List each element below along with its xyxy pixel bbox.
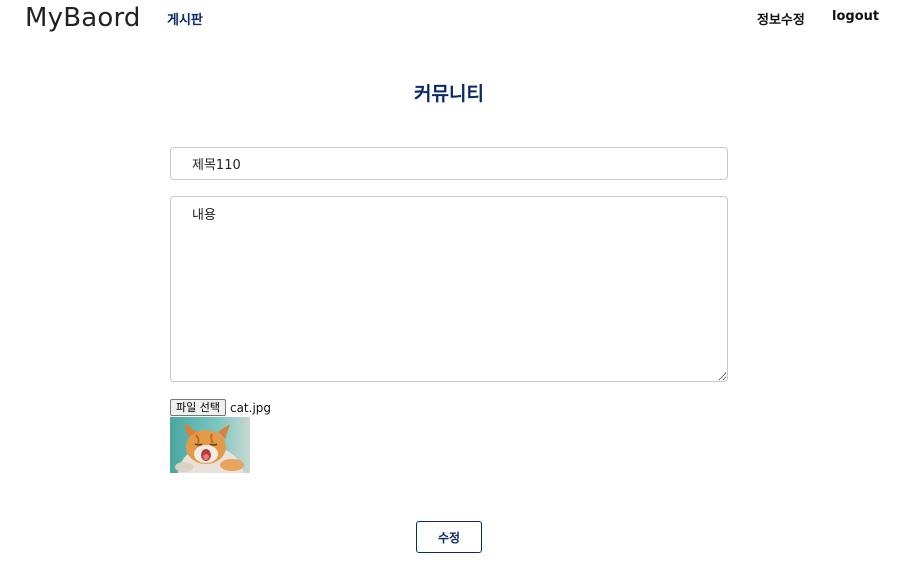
page-title: 커뮤니티 — [414, 83, 484, 105]
file-select-button[interactable]: 파일 선택 — [170, 399, 226, 416]
submit-edit-button[interactable]: 수정 — [416, 521, 482, 553]
content-textarea[interactable]: 내용 — [170, 196, 728, 382]
file-upload-row: 파일 선택 cat.jpg — [170, 399, 271, 416]
cat-photo-icon — [170, 417, 250, 473]
nav-logout-link[interactable]: logout — [832, 9, 879, 24]
title-input[interactable] — [170, 147, 728, 180]
selected-file-name: cat.jpg — [229, 400, 272, 415]
page: MyBaord 게시판 정보수정 logout 커뮤니티 내용 파일 선택 ca… — [0, 0, 921, 574]
image-preview — [170, 417, 250, 473]
site-logo[interactable]: MyBaord — [25, 3, 141, 33]
nav-board-link[interactable]: 게시판 — [167, 9, 203, 28]
nav-edit-profile-link[interactable]: 정보수정 — [757, 9, 805, 28]
